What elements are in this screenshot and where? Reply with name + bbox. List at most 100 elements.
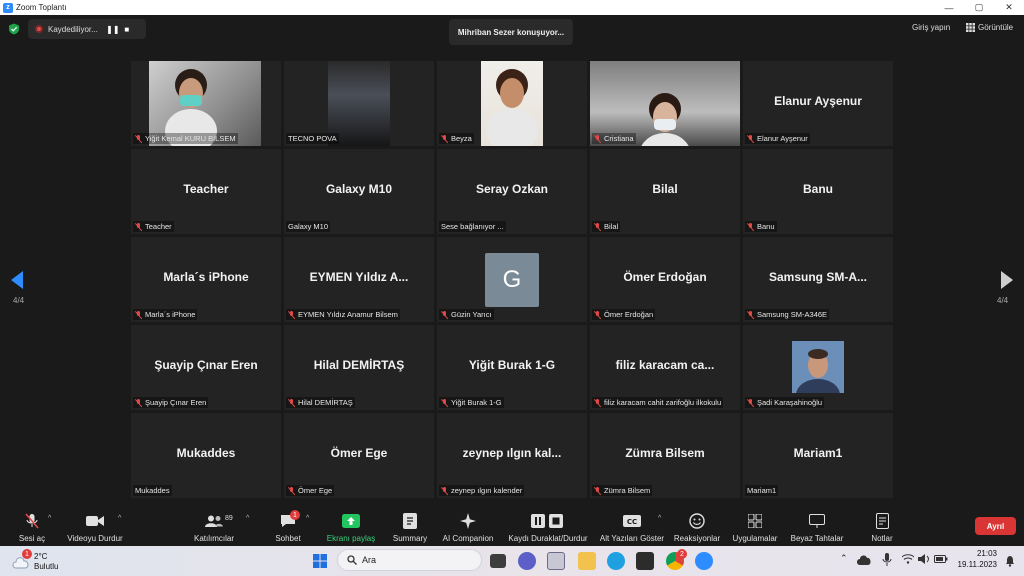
participants-button[interactable]: Katılımcılar	[190, 507, 238, 547]
windows-start-icon[interactable]	[311, 552, 329, 570]
pause-recording-icon[interactable]: ❚❚	[106, 22, 120, 36]
participant-tile[interactable]: Galaxy M10 Galaxy M10	[284, 149, 434, 234]
close-button[interactable]: ✕	[994, 0, 1024, 15]
chat-button[interactable]: Sohbet	[270, 507, 306, 547]
search-placeholder: Ara	[362, 555, 377, 565]
sign-in-link[interactable]: Giriş yapın	[912, 23, 950, 32]
temperature: 2°C	[34, 552, 48, 561]
participant-video	[481, 61, 543, 146]
participant-display-name: Mariam1	[793, 446, 843, 460]
participant-tile[interactable]: Beyza	[437, 61, 587, 146]
participant-tile[interactable]: Ömer Erdoğan Ömer Erdoğan	[590, 237, 740, 322]
stop-recording-icon[interactable]: ■	[120, 22, 134, 36]
participant-tile[interactable]: zeynep ılgın kal... zeynep ılgın kalender	[437, 413, 587, 498]
snipping-tool-icon[interactable]	[547, 552, 565, 570]
participant-name-label: zeynep ılgın kalender	[439, 485, 525, 496]
participant-tile[interactable]: EYMEN Yıldız A... EYMEN Yıldız Anamur Bil…	[284, 237, 434, 322]
shield-icon[interactable]	[8, 23, 20, 35]
task-view-icon[interactable]	[490, 554, 506, 568]
participant-display-name: Ömer Ege	[330, 446, 388, 460]
participant-display-name: Seray Ozkan	[475, 182, 549, 196]
participant-display-name: Elanur Ayşenur	[774, 94, 862, 108]
maximize-button[interactable]: ▢	[964, 0, 994, 15]
tray-overflow-icon[interactable]: ⌃	[840, 553, 848, 564]
share-screen-icon	[342, 514, 360, 528]
video-camera-icon	[86, 516, 104, 526]
participant-tile[interactable]: Elanur Ayşenur Elanur Ayşenur	[743, 61, 893, 146]
participant-name-label: TECNO POVA	[286, 133, 339, 144]
microphone-icon[interactable]	[882, 553, 892, 567]
participant-tile[interactable]: filiz karacam ca... filiz karacam cahit z…	[590, 325, 740, 410]
ai-companion-button[interactable]: AI Companion	[440, 507, 496, 547]
participant-name-label: Galaxy M10	[286, 221, 331, 232]
participant-tile[interactable]: Yiğit Kemal KURU BİLSEM	[131, 61, 281, 146]
battery-icon[interactable]	[934, 555, 948, 563]
system-clock[interactable]: 21:03 19.11.2023	[953, 548, 997, 570]
participant-tile[interactable]: Samsung SM-A... Samsung SM-A346E	[743, 237, 893, 322]
previous-page-arrow[interactable]	[11, 271, 25, 289]
apps-button[interactable]: Uygulamalar	[728, 507, 782, 547]
captions-button[interactable]: CC Alt Yazıları Göster	[597, 507, 667, 547]
next-page-arrow[interactable]	[999, 271, 1013, 289]
whiteboard-icon	[809, 514, 825, 528]
view-button[interactable]: Görüntüle	[966, 23, 1013, 32]
whiteboards-button[interactable]: Beyaz Tahtalar	[787, 507, 847, 547]
participant-tile[interactable]: Bilal Bilal	[590, 149, 740, 234]
participant-name: Bilal	[604, 222, 619, 231]
participant-name: Cristiana	[604, 134, 634, 143]
weather-widget[interactable]: 1 2°C Bulutlu	[12, 549, 72, 573]
participant-tile[interactable]: Mariam1 Mariam1	[743, 413, 893, 498]
participant-display-name: Marla´s iPhone	[163, 270, 249, 284]
chat-caret-icon[interactable]: ^	[306, 515, 309, 522]
notifications-icon[interactable]	[1004, 555, 1016, 567]
participant-tile[interactable]: Mukaddes Mukaddes	[131, 413, 281, 498]
participant-tile[interactable]: Zümra Bilsem Zümra Bilsem	[590, 413, 740, 498]
file-explorer-icon[interactable]	[578, 552, 596, 570]
summary-button[interactable]: Summary	[390, 507, 430, 547]
participant-tile[interactable]: Şuayip Çınar Eren Şuayip Çınar Eren	[131, 325, 281, 410]
minimize-button[interactable]: —	[934, 0, 964, 15]
captions-caret-icon[interactable]: ^	[658, 515, 661, 522]
pause-stop-recording-button[interactable]: Kaydı Duraklat/Durdur	[503, 507, 593, 547]
teams-chat-icon[interactable]	[518, 552, 536, 570]
mic-muted-icon	[747, 134, 755, 143]
search-icon	[347, 555, 357, 565]
participants-caret-icon[interactable]: ^	[246, 515, 249, 522]
stop-video-button[interactable]: Videoyu Durdur	[64, 507, 126, 547]
participant-name-label: Şuayip Çınar Eren	[133, 397, 209, 408]
unmute-button[interactable]: Sesi aç	[12, 507, 52, 547]
share-screen-button[interactable]: Ekranı paylaş	[323, 507, 379, 547]
store-icon[interactable]	[636, 552, 654, 570]
audio-options-caret-icon[interactable]: ^	[48, 515, 51, 522]
participant-tile[interactable]: Şadi Karaşahinoğlu	[743, 325, 893, 410]
participant-name: Mukaddes	[135, 486, 170, 495]
speaker-icon[interactable]	[918, 554, 930, 564]
participant-tile[interactable]: TECNO POVA	[284, 61, 434, 146]
taskbar-search-input[interactable]: Ara	[337, 549, 482, 571]
reactions-button[interactable]: Reaksiyonlar	[672, 507, 722, 547]
cloud-sync-icon[interactable]	[856, 554, 872, 566]
zoom-taskbar-icon[interactable]	[695, 552, 713, 570]
participant-tile[interactable]: Cristiana	[590, 61, 740, 146]
mic-muted-icon	[135, 398, 143, 407]
participant-tile[interactable]: Seray Ozkan Sese bağlanıyor ...	[437, 149, 587, 234]
page-indicator-left: 4/4	[13, 296, 25, 305]
participant-tile[interactable]: Marla´s iPhone Marla´s iPhone	[131, 237, 281, 322]
participant-tile[interactable]: Hilal DEMİRTAŞ Hilal DEMİRTAŞ	[284, 325, 434, 410]
notes-button[interactable]: Notlar	[862, 507, 902, 547]
participant-tile[interactable]: Banu Banu	[743, 149, 893, 234]
participant-tile[interactable]: Ömer Ege Ömer Ege	[284, 413, 434, 498]
participant-tile[interactable]: Teacher Teacher	[131, 149, 281, 234]
video-options-caret-icon[interactable]: ^	[118, 515, 121, 522]
edge-icon[interactable]	[607, 552, 625, 570]
captions-label: Alt Yazıları Göster	[599, 534, 665, 543]
wifi-icon[interactable]	[902, 554, 914, 564]
participant-name-label: Ömer Erdoğan	[592, 309, 656, 320]
participant-name: Şadi Karaşahinoğlu	[757, 398, 823, 407]
participant-tile[interactable]: Yiğit Burak 1-G Yiğit Burak 1-G	[437, 325, 587, 410]
participant-name-label: Bilal	[592, 221, 621, 232]
pause-stop-recording-label: Kaydı Duraklat/Durdur	[508, 534, 588, 543]
leave-meeting-button[interactable]: Ayrıl	[975, 517, 1016, 535]
meeting-toolbar: Sesi aç ^ Videoyu Durdur ^ Katılımcılar …	[0, 507, 1024, 547]
participant-tile[interactable]: G Güzin Yarıcı	[437, 237, 587, 322]
